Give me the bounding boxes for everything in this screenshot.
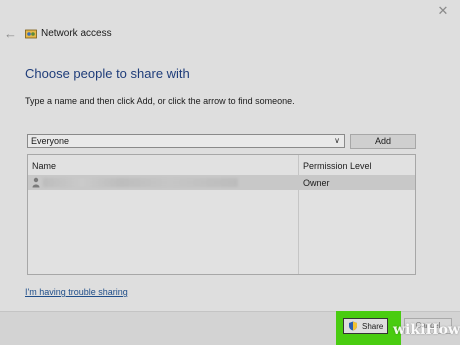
back-arrow-icon[interactable]: ←	[4, 27, 18, 41]
uac-shield-icon	[349, 321, 357, 331]
column-divider	[298, 155, 299, 274]
share-button[interactable]: Share	[343, 318, 388, 334]
column-header-permission[interactable]: Permission Level	[303, 161, 372, 171]
wikihow-watermark: wikiHow	[393, 322, 460, 338]
add-button[interactable]: Add	[350, 134, 416, 149]
permission-level[interactable]: Owner	[303, 178, 330, 188]
close-icon[interactable]: ✕	[436, 4, 450, 18]
trouble-sharing-link[interactable]: I'm having trouble sharing	[25, 287, 128, 297]
instruction-text: Type a name and then click Add, or click…	[25, 96, 295, 106]
page-title: Choose people to share with	[25, 66, 190, 81]
chevron-down-icon[interactable]: ∨	[332, 135, 342, 147]
name-combobox[interactable]: ∨	[27, 134, 345, 148]
network-share-icon	[25, 29, 37, 39]
window-title: Network access	[41, 28, 112, 39]
column-header-name[interactable]: Name	[32, 161, 56, 171]
name-input[interactable]	[28, 135, 331, 147]
network-access-dialog: ✕ ← Network access Choose people to shar…	[0, 0, 460, 345]
table-row[interactable]: Owner	[28, 175, 415, 190]
share-button-label: Share	[362, 322, 384, 331]
redacted-user-name	[43, 178, 238, 187]
user-icon	[32, 177, 40, 188]
permissions-table: Name Permission Level Owner	[27, 154, 416, 275]
